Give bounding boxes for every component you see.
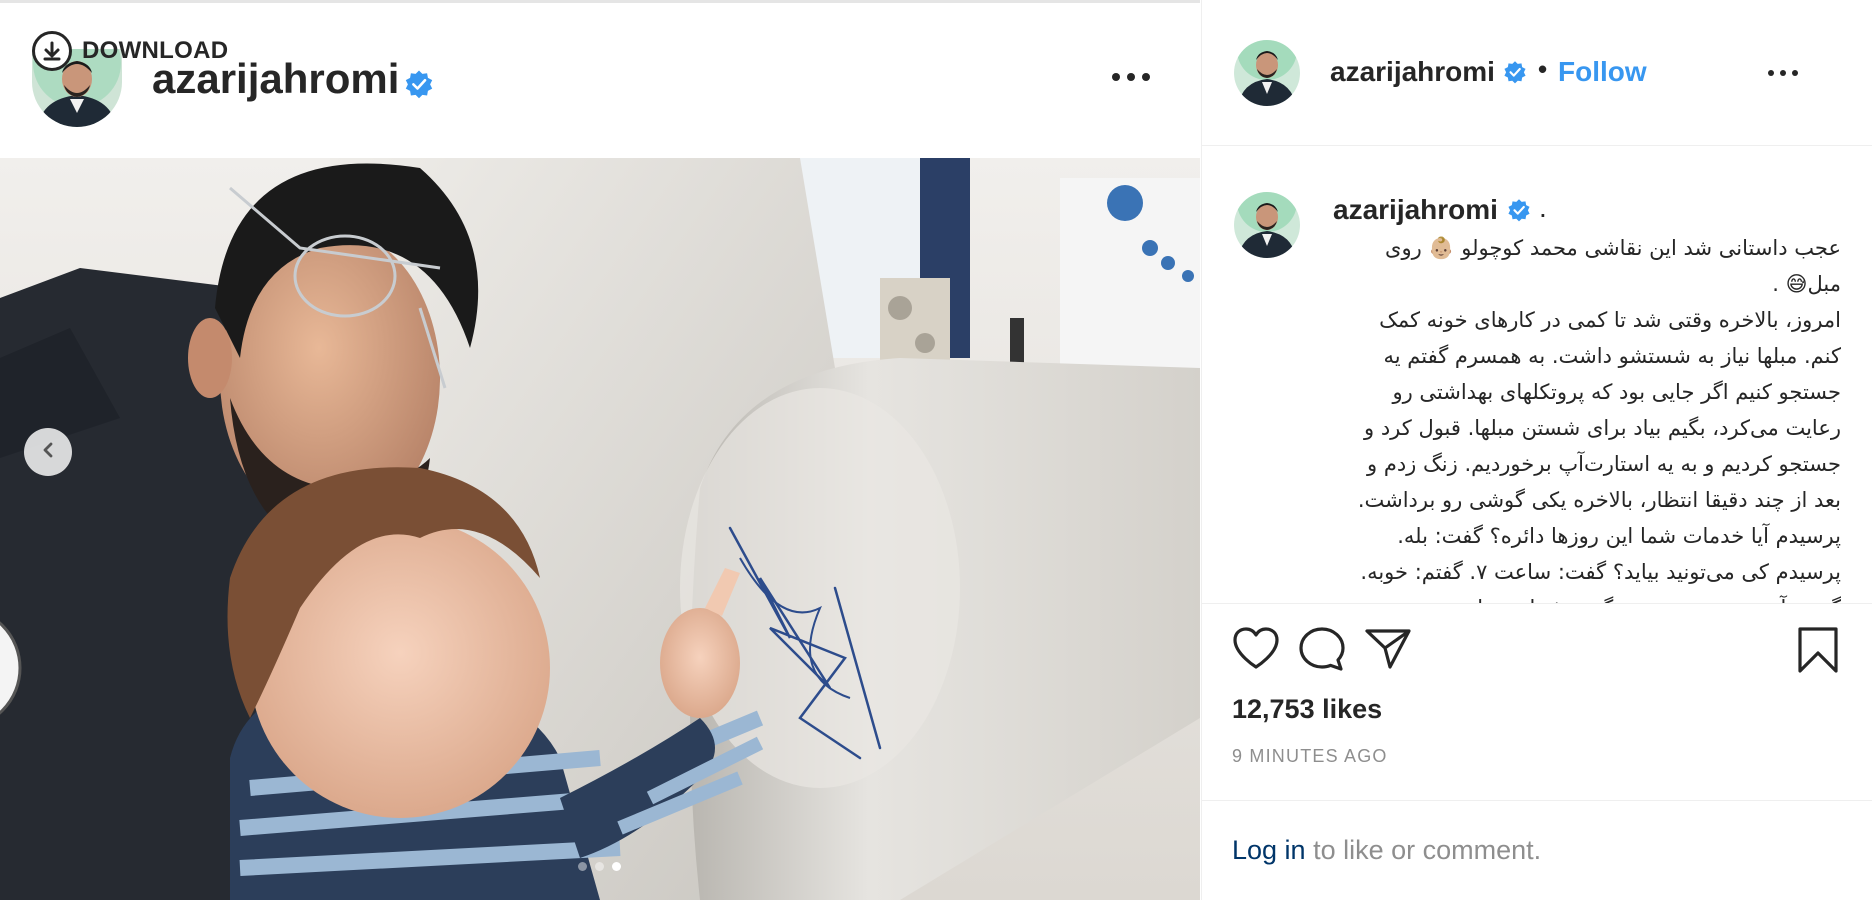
more-dot bbox=[1792, 70, 1798, 76]
carousel-indicators bbox=[578, 862, 621, 871]
share-icon bbox=[1365, 629, 1411, 669]
verified-badge-icon bbox=[1503, 60, 1527, 89]
caption-username[interactable]: azarijahromi bbox=[1333, 194, 1498, 226]
download-icon bbox=[32, 31, 72, 71]
likes-count[interactable]: 12,753 likes bbox=[1232, 694, 1382, 725]
login-link[interactable]: Log in bbox=[1232, 835, 1306, 865]
caption-line: عجب داستانی شد این نقاشی محمد کوچولو 👶🏼 … bbox=[1385, 236, 1841, 260]
post-media-panel: DOWNLOAD azarijahromi bbox=[0, 0, 1200, 900]
post-timestamp[interactable]: 9 MINUTES AGO bbox=[1232, 746, 1388, 767]
carousel-prev-button[interactable] bbox=[24, 428, 72, 476]
more-dot bbox=[1780, 70, 1786, 76]
post-photo[interactable] bbox=[0, 158, 1200, 900]
heart-icon bbox=[1233, 627, 1279, 669]
verified-badge-icon bbox=[404, 69, 434, 104]
caption-line: جستجو کنیم اگر جایی بود که پروتکلهای بهد… bbox=[1392, 380, 1841, 404]
caption-text: عجب داستانی شد این نقاشی محمد کوچولو 👶🏼 … bbox=[1333, 230, 1841, 603]
carousel-dot[interactable] bbox=[578, 862, 587, 871]
more-dot bbox=[1127, 73, 1135, 81]
caption-line: پرسیدم آیا خدمات شما این روزها دائره؟ گف… bbox=[1397, 524, 1841, 548]
share-button[interactable] bbox=[1364, 626, 1412, 675]
carousel-dot-active[interactable] bbox=[612, 862, 621, 871]
more-options-button[interactable] bbox=[1112, 73, 1150, 81]
login-prompt-rest: to like or comment. bbox=[1305, 835, 1542, 865]
comment-button[interactable] bbox=[1298, 626, 1346, 677]
author-username[interactable]: azarijahromi bbox=[1330, 56, 1495, 88]
author-username-large[interactable]: azarijahromi bbox=[152, 55, 399, 103]
carousel-dot[interactable] bbox=[595, 862, 604, 871]
save-button[interactable] bbox=[1796, 626, 1840, 679]
caption-line: گفتم: آدرس رو بنویسید و گفتم شماره تماس.… bbox=[1333, 590, 1841, 603]
chevron-left-icon bbox=[38, 440, 58, 465]
like-button[interactable] bbox=[1232, 626, 1280, 675]
more-options-button[interactable] bbox=[1768, 70, 1798, 76]
comment-icon bbox=[1299, 627, 1345, 671]
caption-line: امروز، بالاخره وقتی شد تا کمی در کارهای … bbox=[1379, 308, 1841, 332]
caption-trailing-dot: . bbox=[1539, 192, 1547, 223]
more-dot bbox=[1112, 73, 1120, 81]
post-details-panel: azarijahromi • Follow azarijahromi . عجب… bbox=[1201, 0, 1872, 900]
login-prompt-text: Log in to like or comment. bbox=[1232, 835, 1541, 866]
header-separator: • bbox=[1538, 54, 1548, 84]
follow-button[interactable]: Follow bbox=[1558, 56, 1647, 88]
more-dot bbox=[1142, 73, 1150, 81]
caption-line: جستجو کردیم و به یه استارت‌آپ برخوردیم. … bbox=[1367, 452, 1841, 476]
caption-line: پرسیدم کی می‌تونید بیاید؟ گفت: ساعت ۷. گ… bbox=[1360, 560, 1841, 584]
post-header-right: azarijahromi • Follow bbox=[1202, 0, 1872, 146]
verified-badge-icon bbox=[1507, 198, 1531, 227]
more-dot bbox=[1768, 70, 1774, 76]
action-bar bbox=[1202, 604, 1872, 674]
login-prompt: Log in to like or comment. bbox=[1202, 800, 1872, 900]
caption-line: کنم. مبلها نیاز به شستشو داشت. به همسرم … bbox=[1383, 344, 1841, 368]
post-header-left: DOWNLOAD azarijahromi bbox=[0, 0, 1200, 158]
bookmark-icon bbox=[1798, 627, 1838, 673]
caption-line: مبل😅 . bbox=[1772, 272, 1841, 296]
caption-area: azarijahromi . عجب داستانی شد این نقاشی … bbox=[1202, 146, 1872, 604]
caption-line: رعایت می‌کرد، بگیم بیاد برای شستن مبلها.… bbox=[1364, 416, 1841, 440]
caption-author-avatar[interactable] bbox=[1234, 192, 1300, 258]
author-avatar[interactable] bbox=[1234, 40, 1300, 106]
caption-line: بعد از چند دقیقا انتظار، بالاخره یکی گوش… bbox=[1357, 488, 1841, 512]
